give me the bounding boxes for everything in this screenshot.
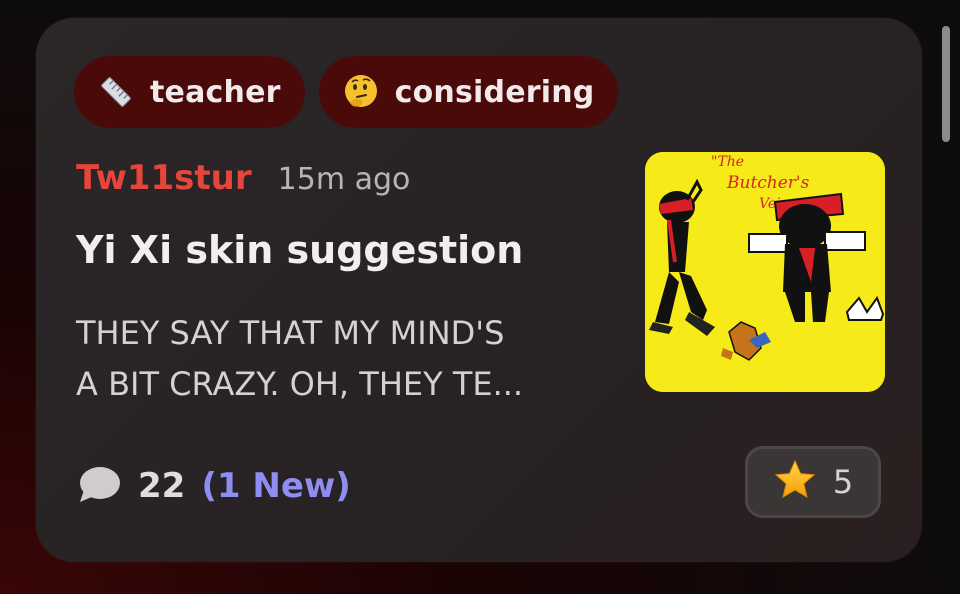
- thinking-face-icon: [341, 72, 381, 112]
- star-reaction-button[interactable]: 5: [745, 446, 881, 518]
- tag-teacher[interactable]: teacher: [74, 56, 305, 128]
- tag-label: considering: [394, 74, 595, 110]
- reaction-count: 5: [832, 463, 854, 501]
- post-title[interactable]: Yi Xi skin suggestion: [76, 228, 523, 272]
- tag-list: teacher considering: [74, 56, 619, 128]
- star-icon: [773, 459, 817, 505]
- post-timestamp: 15m ago: [277, 162, 411, 197]
- tag-label: teacher: [150, 74, 281, 110]
- post-thumbnail[interactable]: "The Butcher's Vein: [645, 152, 885, 392]
- post-header: Tw11stur 15m ago: [76, 158, 410, 198]
- post-preview: THEY SAY THAT MY MIND'S A BIT CRAZY. OH,…: [76, 308, 616, 410]
- ruler-icon: [96, 72, 136, 112]
- scrollbar[interactable]: [942, 26, 950, 142]
- author-name[interactable]: Tw11stur: [76, 158, 252, 198]
- new-comments-badge: (1 New): [201, 466, 351, 506]
- thumbnail-caption-the: "The: [711, 154, 744, 170]
- thumbnail-caption-butchers: Butcher's: [726, 173, 810, 193]
- post-card[interactable]: teacher considering Tw11stur 15m ago Yi …: [36, 18, 922, 562]
- preview-line: THEY SAY THAT MY MIND'S: [76, 314, 505, 352]
- comment-bubble-icon: [76, 464, 122, 508]
- comment-summary[interactable]: 22 (1 New): [76, 464, 351, 508]
- preview-line: A BIT CRAZY. OH, THEY TE...: [76, 365, 524, 403]
- comment-count: 22: [138, 466, 186, 506]
- tag-considering[interactable]: considering: [318, 56, 619, 128]
